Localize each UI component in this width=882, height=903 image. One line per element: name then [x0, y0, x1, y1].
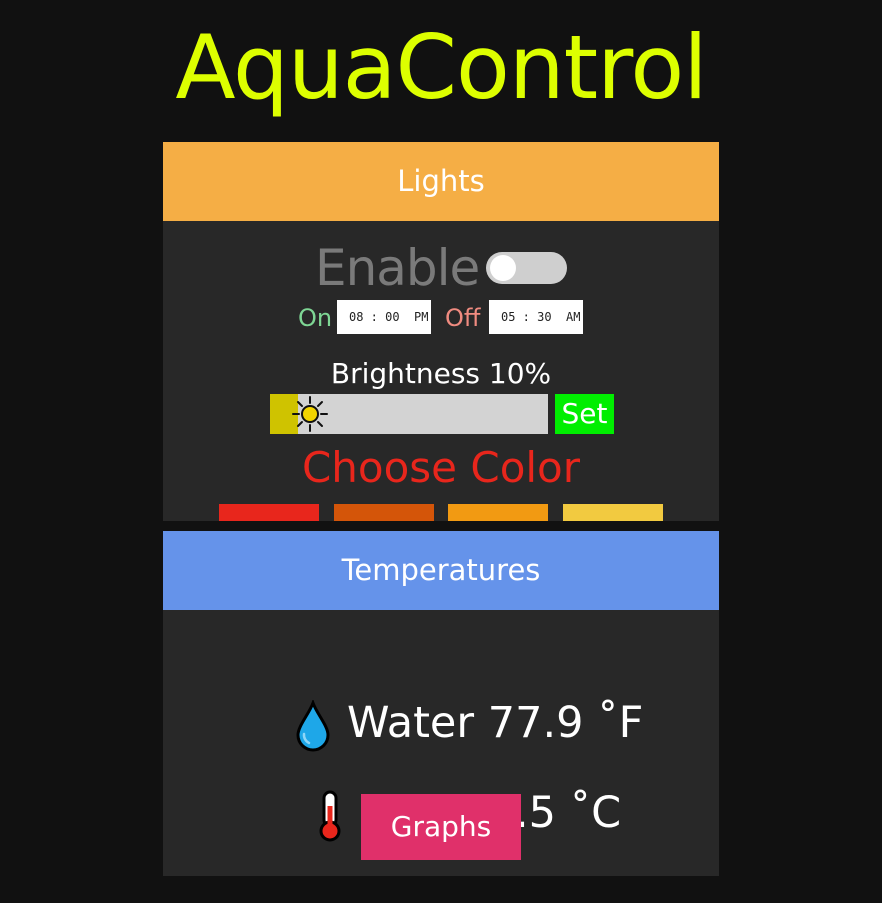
- color-swatch-amber[interactable]: [448, 504, 548, 521]
- enable-toggle[interactable]: [486, 252, 567, 284]
- enable-label: Enable: [315, 239, 480, 297]
- lights-panel: Lights Enable On 08 : 00 PM Off 05 : 30 …: [163, 142, 719, 521]
- brightness-label: Brightness 10%: [330, 357, 552, 390]
- sun-icon[interactable]: [292, 396, 328, 432]
- toggle-knob: [490, 255, 516, 281]
- off-time-input[interactable]: 05 : 30 AM: [489, 300, 583, 334]
- on-time-input[interactable]: 08 : 00 PM: [337, 300, 431, 334]
- color-swatch-yellow[interactable]: [563, 504, 663, 521]
- lights-header[interactable]: Lights: [163, 142, 719, 221]
- graphs-button[interactable]: Graphs: [361, 794, 521, 860]
- set-brightness-button[interactable]: Set: [555, 394, 614, 434]
- color-swatch-red[interactable]: [219, 504, 319, 521]
- app-title: AquaControl: [175, 16, 707, 119]
- choose-color-label: Choose Color: [301, 443, 581, 492]
- thermometer-icon: [315, 788, 345, 841]
- temperatures-header[interactable]: Temperatures: [163, 531, 719, 610]
- brightness-slider[interactable]: [270, 394, 548, 434]
- on-label: On: [298, 304, 333, 332]
- temperatures-panel: Temperatures Water 77.9 ˚F CPU 43.5 ˚C G…: [163, 531, 719, 876]
- off-label: Off: [445, 304, 481, 332]
- color-swatch-orange[interactable]: [334, 504, 434, 521]
